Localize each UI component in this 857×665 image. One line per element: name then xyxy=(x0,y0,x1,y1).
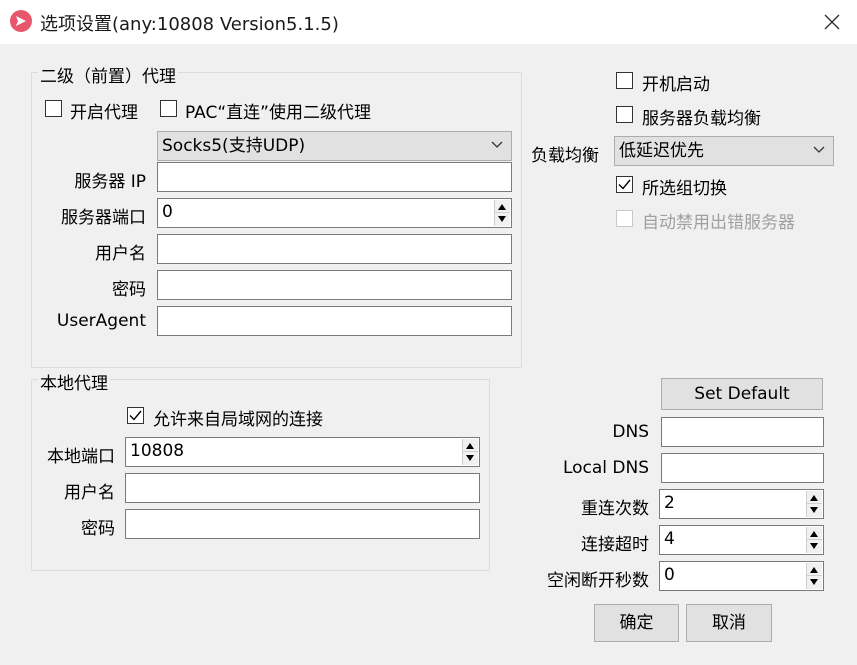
pac-direct-checkbox[interactable] xyxy=(160,100,177,117)
idle-label: 空闲断开秒数 xyxy=(547,571,649,591)
idle-spinner[interactable] xyxy=(806,563,822,589)
enable-proxy-label: 开启代理 xyxy=(70,103,138,123)
reconnect-label: 重连次数 xyxy=(581,499,649,519)
window-title: 选项设置(any:10808 Version5.1.5) xyxy=(40,14,339,35)
proxy-type-value: Socks5(支持UDP) xyxy=(162,136,306,156)
chevron-down-icon xyxy=(813,146,825,153)
username-input[interactable] xyxy=(157,234,512,264)
idle-value: 0 xyxy=(664,565,675,585)
local-username-input[interactable] xyxy=(125,473,480,503)
balance-strategy-label: 负载均衡 xyxy=(531,146,599,166)
app-icon xyxy=(10,10,32,32)
server-port-label: 服务器端口 xyxy=(61,208,146,228)
local-port-stepper[interactable]: 10808 xyxy=(125,437,480,467)
autostart-checkbox[interactable] xyxy=(616,72,633,89)
balance-strategy-select[interactable]: 低延迟优先 xyxy=(614,136,834,166)
local-username-label: 用户名 xyxy=(64,483,115,503)
proxy-type-select[interactable]: Socks5(支持UDP) xyxy=(157,131,512,161)
reconnect-stepper[interactable]: 2 xyxy=(659,489,824,519)
timeout-label: 连接超时 xyxy=(581,535,649,555)
set-default-button[interactable]: Set Default xyxy=(661,378,823,410)
close-icon[interactable] xyxy=(818,8,846,36)
server-ip-input[interactable] xyxy=(157,162,512,192)
local-proxy-group-title: 本地代理 xyxy=(38,369,110,394)
timeout-spinner[interactable] xyxy=(806,527,822,553)
local-password-label: 密码 xyxy=(81,519,115,539)
auto-disable-checkbox xyxy=(616,210,633,227)
server-port-value: 0 xyxy=(162,202,173,222)
switch-group-label: 所选组切换 xyxy=(642,179,727,199)
server-port-spinner[interactable] xyxy=(494,200,510,226)
useragent-input[interactable] xyxy=(157,306,512,336)
server-ip-label: 服务器 IP xyxy=(74,172,146,192)
auto-disable-label: 自动禁用出错服务器 xyxy=(642,213,795,233)
chevron-down-icon xyxy=(491,141,503,148)
local-port-label: 本地端口 xyxy=(47,447,115,467)
local-password-input[interactable] xyxy=(125,509,480,539)
useragent-label: UserAgent xyxy=(56,311,146,331)
allow-lan-checkbox[interactable] xyxy=(127,407,144,424)
local-port-spinner[interactable] xyxy=(462,439,478,465)
reconnect-value: 2 xyxy=(664,493,675,513)
secondary-proxy-group-title: 二级（前置）代理 xyxy=(38,62,178,87)
username-label: 用户名 xyxy=(95,244,146,264)
dns-label: DNS xyxy=(612,422,649,442)
title-bar: 选项设置(any:10808 Version5.1.5) xyxy=(0,0,857,44)
local-dns-input[interactable] xyxy=(661,453,824,483)
ok-button[interactable]: 确定 xyxy=(594,604,679,642)
idle-stepper[interactable]: 0 xyxy=(659,561,824,591)
timeout-stepper[interactable]: 4 xyxy=(659,525,824,555)
timeout-value: 4 xyxy=(664,529,675,549)
enable-proxy-checkbox[interactable] xyxy=(45,100,62,117)
password-label: 密码 xyxy=(112,280,146,300)
local-dns-label: Local DNS xyxy=(562,458,649,478)
autostart-label: 开机启动 xyxy=(642,75,710,95)
load-balance-label: 服务器负载均衡 xyxy=(642,109,761,129)
cancel-button[interactable]: 取消 xyxy=(686,604,772,642)
server-port-stepper[interactable]: 0 xyxy=(157,198,512,228)
password-input[interactable] xyxy=(157,270,512,300)
load-balance-checkbox[interactable] xyxy=(616,106,633,123)
switch-group-checkbox[interactable] xyxy=(616,176,633,193)
pac-direct-label: PAC“直连”使用二级代理 xyxy=(185,103,371,123)
reconnect-spinner[interactable] xyxy=(806,491,822,517)
balance-strategy-value: 低延迟优先 xyxy=(619,141,704,161)
allow-lan-label: 允许来自局域网的连接 xyxy=(153,410,323,430)
dns-input[interactable] xyxy=(661,417,824,447)
local-port-value: 10808 xyxy=(130,441,185,461)
